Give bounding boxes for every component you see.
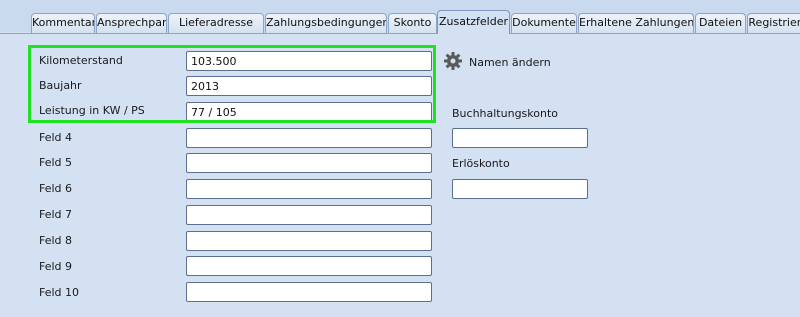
tab-skonto[interactable]: Skonto	[388, 13, 437, 33]
feld-5-field[interactable]	[186, 153, 432, 173]
tab-kommentar[interactable]: Kommentar	[31, 13, 95, 33]
rename-button[interactable]: Namen ändern	[469, 56, 551, 69]
tab-dokumente[interactable]: Dokumente	[511, 13, 577, 33]
field-label-feld-6: Feld 6	[39, 182, 73, 195]
gear-icon[interactable]	[443, 51, 463, 71]
booking-account-field[interactable]	[452, 128, 588, 148]
tab-dateien[interactable]: Dateien	[695, 13, 746, 33]
revenue-account-label: Erlöskonto	[452, 157, 510, 170]
tab-erhaltene-zahlungen[interactable]: Erhaltene Zahlungen	[578, 13, 694, 33]
field-label-feld-4: Feld 4	[39, 131, 73, 144]
feld-9-field[interactable]	[186, 256, 432, 276]
tab-ansprechpartner[interactable]: Ansprechpartner	[96, 13, 167, 33]
booking-account-label: Buchhaltungskonto	[452, 107, 558, 120]
tab-bar: Kommentar Ansprechpartner Lieferadresse …	[0, 0, 800, 34]
feld-4-field[interactable]	[186, 128, 432, 148]
feld-6-field[interactable]	[186, 179, 432, 199]
field-label-kilometerstand: Kilometerstand	[39, 54, 123, 67]
revenue-account-field[interactable]	[452, 179, 588, 199]
field-label-leistung: Leistung in KW / PS	[39, 104, 145, 117]
feld-8-field[interactable]	[186, 231, 432, 251]
field-label-feld-9: Feld 9	[39, 260, 73, 273]
field-label-feld-7: Feld 7	[39, 208, 73, 221]
feld-10-field[interactable]	[186, 282, 432, 302]
kilometerstand-field[interactable]	[186, 51, 432, 71]
baujahr-field[interactable]	[186, 76, 432, 96]
field-label-feld-5: Feld 5	[39, 156, 73, 169]
field-label-feld-10: Feld 10	[39, 286, 80, 299]
tab-lieferadresse[interactable]: Lieferadresse	[168, 13, 264, 33]
leistung-field[interactable]	[186, 102, 432, 122]
field-label-feld-8: Feld 8	[39, 234, 73, 247]
tab-registriert[interactable]: Registriert	[747, 13, 800, 33]
tab-zahlungsbedingungen[interactable]: Zahlungsbedingungen	[265, 13, 387, 33]
feld-7-field[interactable]	[186, 205, 432, 225]
field-label-baujahr: Baujahr	[39, 79, 82, 92]
tab-zusatzfelder[interactable]: Zusatzfelder	[437, 10, 510, 34]
